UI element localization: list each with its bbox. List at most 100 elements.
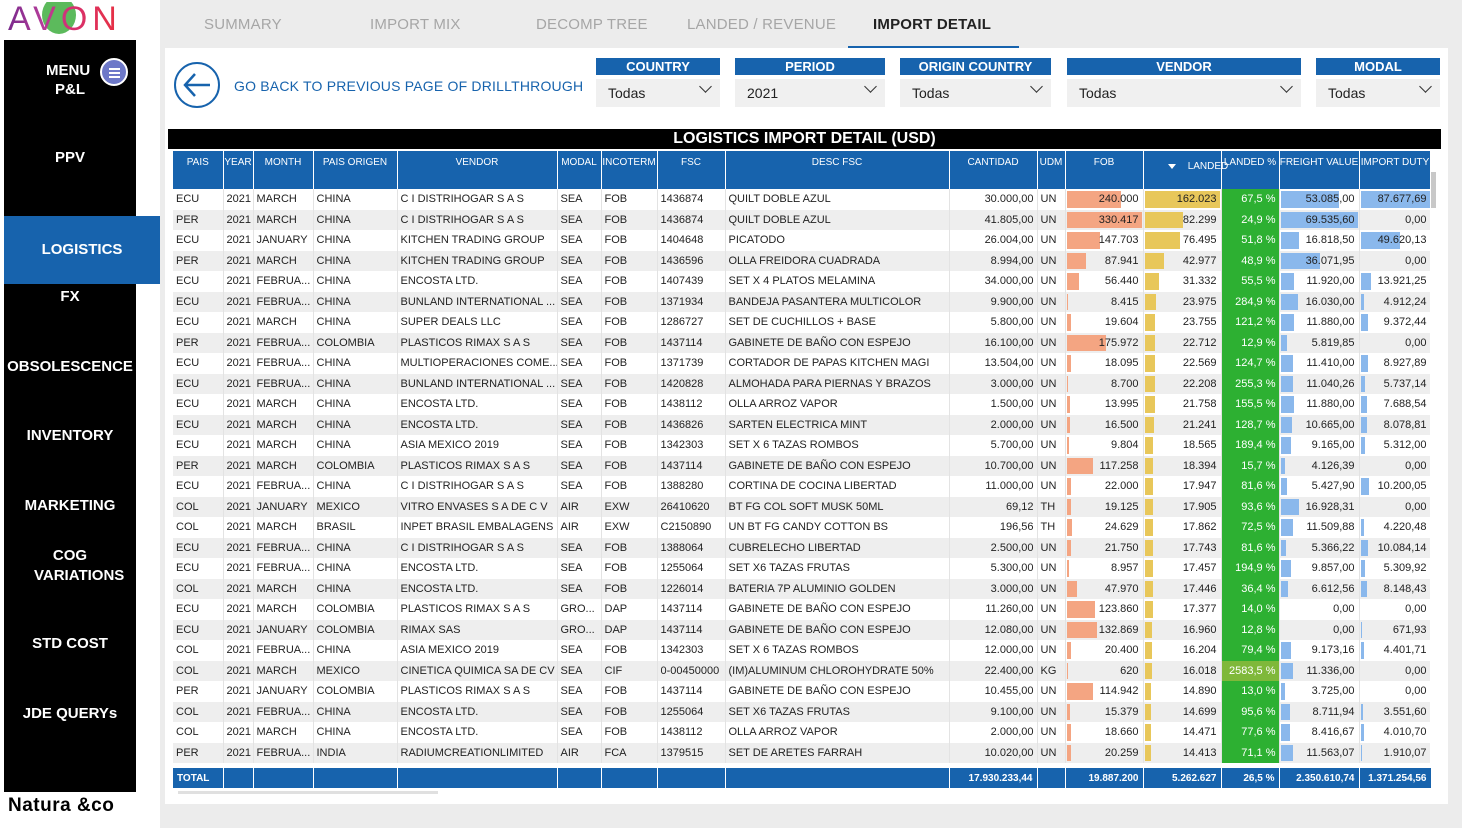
nav-item-jde-querys[interactable]: JDE QUERYs — [4, 704, 136, 724]
cell-udm: UN — [1037, 271, 1066, 292]
table-row[interactable]: ECU 2021 JANUARY COLOMBIA RIMAX SAS GRO... DAP… — [173, 619, 1430, 640]
col-header-landed[interactable]: LANDED — [1143, 151, 1228, 189]
col-header-fob[interactable]: FOB — [1065, 151, 1144, 189]
chevron-down-icon[interactable] — [1280, 80, 1293, 93]
table-row[interactable]: ECU 2021 MARCH COLOMBIA PLASTICOS RIMAX S A … — [173, 599, 1430, 620]
chevron-down-icon[interactable] — [699, 80, 712, 93]
table-row[interactable]: ECU 2021 MARCH CHINA ENCOSTA LTD. SEA FOB 14368… — [173, 414, 1430, 435]
cell-landed: 31.332 — [1143, 271, 1222, 292]
table-row[interactable]: PER 2021 FEBRUA... COLOMBIA PLASTICOS RIMAX … — [173, 332, 1430, 353]
col-header-import-duty[interactable]: IMPORT DUTY — [1359, 151, 1430, 189]
nav-item-cog-variations[interactable]: COG VARIATIONS — [4, 546, 136, 586]
cell-desc-fsc: GABINETE DE BAÑO CON ESPEJO — [725, 455, 950, 476]
nav-item-fx[interactable]: FX — [4, 287, 136, 307]
cell-fsc: 1371739 — [657, 353, 726, 374]
nav-item-logistics[interactable]: LOGISTICS — [4, 216, 160, 284]
table-row[interactable]: COL 2021 JANUARY MEXICO VITRO ENVASES S A DE… — [173, 496, 1430, 517]
sort-desc-icon[interactable] — [1168, 164, 1177, 169]
back-button[interactable] — [174, 62, 220, 108]
nav-item-obsolescence[interactable]: OBSOLESCENCE — [4, 357, 136, 377]
col-header-cantidad[interactable]: CANTIDAD — [949, 151, 1038, 189]
col-header-modal[interactable]: MODAL — [557, 151, 602, 189]
horizontal-scrollbar[interactable] — [178, 789, 1428, 795]
table-row[interactable]: ECU 2021 MARCH CHINA ASIA MEXICO 2019 SEA FOB 1… — [173, 435, 1430, 456]
table-row[interactable]: ECU 2021 FEBRUA... CHINA BUNLAND INTERNATION… — [173, 291, 1430, 312]
cell-pais-origen: CHINA — [313, 209, 398, 230]
cell-value: 10.084,14 — [1377, 541, 1427, 554]
table-row[interactable]: PER 2021 MARCH COLOMBIA PLASTICOS RIMAX S A … — [173, 455, 1430, 476]
col-header-landed[interactable]: LANDED % — [1221, 151, 1280, 189]
chevron-down-icon[interactable] — [1030, 80, 1043, 93]
vertical-scrollbar[interactable] — [1430, 154, 1438, 786]
nav-item-inventory[interactable]: INVENTORY — [4, 426, 136, 446]
table-row[interactable]: ECU 2021 MARCH CHINA ENCOSTA LTD. SEA FOB 14381… — [173, 394, 1430, 415]
country-dropdown[interactable]: Todas — [596, 79, 720, 107]
table-row[interactable]: ECU 2021 FEBRUA... CHINA C I DISTRIHOGAR S A… — [173, 537, 1430, 558]
modal-dropdown[interactable]: Todas — [1316, 79, 1440, 107]
table-row[interactable]: COL 2021 MARCH BRASIL INPET BRASIL EMBALAGEN… — [173, 517, 1430, 538]
table-row[interactable]: COL 2021 FEBRUA... CHINA ENCOSTA LTD. SEA FOB 1… — [173, 701, 1430, 722]
table-row[interactable]: ECU 2021 MARCH CHINA SUPER DEALS LLC SEA FOB 12… — [173, 312, 1430, 333]
tab-summary[interactable]: SUMMARY — [204, 16, 282, 33]
scrollbar-thumb[interactable] — [178, 791, 438, 794]
tab-import-detail[interactable]: IMPORT DETAIL — [873, 16, 991, 33]
tab-import-mix[interactable]: IMPORT MIX — [370, 16, 461, 33]
col-header-pais[interactable]: PAIS — [173, 151, 224, 189]
back-link[interactable]: GO BACK TO PREVIOUS PAGE OF DRILLTHROUGH — [234, 78, 583, 94]
col-header-year[interactable]: YEAR — [223, 151, 254, 189]
cell-value: 16.818,50 — [1305, 234, 1355, 247]
cell-value: 330.417 — [1098, 213, 1139, 226]
period-dropdown[interactable]: 2021 — [735, 79, 885, 107]
cell-month: MARCH — [253, 250, 314, 271]
cell-fsc: 26410620 — [657, 496, 726, 517]
table-row[interactable]: ECU 2021 JANUARY CHINA KITCHEN TRADING GROUP… — [173, 230, 1430, 251]
table-row[interactable]: ECU 2021 FEBRUA... CHINA MULTIOPERACIONES CO… — [173, 353, 1430, 374]
table-row[interactable]: PER 2021 MARCH CHINA C I DISTRIHOGAR S A S SE… — [173, 209, 1430, 230]
scrollbar-thumb[interactable] — [1431, 172, 1436, 208]
origin-country-dropdown[interactable]: Todas — [900, 79, 1051, 107]
table-row[interactable]: COL 2021 MARCH CHINA ENCOSTA LTD. SEA FOB 12260… — [173, 578, 1430, 599]
table-row[interactable]: PER 2021 FEBRUA... INDIA RADIUMCREATIONLIMIT… — [173, 742, 1430, 763]
tab-decomp-tree[interactable]: DECOMP TREE — [536, 16, 648, 33]
table-row[interactable]: PER 2021 JANUARY COLOMBIA PLASTICOS RIMAX S … — [173, 681, 1430, 702]
table-row[interactable]: COL 2021 MARCH CHINA ENCOSTA LTD. SEA FOB 14381… — [173, 722, 1430, 743]
nav-item-ppv[interactable]: PPV — [4, 148, 136, 168]
chevron-down-icon[interactable] — [1419, 80, 1432, 93]
table-row[interactable]: ECU 2021 FEBRUA... CHINA C I DISTRIHOGAR S A… — [173, 476, 1430, 497]
tab-landed-revenue[interactable]: LANDED / REVENUE — [687, 16, 836, 33]
table-row[interactable]: COL 2021 FEBRUA... CHINA ASIA MEXICO 2019 SEA… — [173, 640, 1430, 661]
cell-value: 13.995 — [1104, 398, 1139, 411]
cell-fob: 114.942 — [1065, 681, 1144, 702]
table-row[interactable]: ECU 2021 FEBRUA... CHINA ENCOSTA LTD. SEA FOB 1… — [173, 558, 1430, 579]
cell-year: 2021 — [223, 619, 254, 640]
cell-fsc: 1371934 — [657, 291, 726, 312]
table-row[interactable]: ECU 2021 FEBRUA... CHINA ENCOSTA LTD. SEA FOB 1… — [173, 271, 1430, 292]
table-row[interactable]: ECU 2021 FEBRUA... CHINA BUNLAND INTERNATION… — [173, 373, 1430, 394]
cell-pais-origen: CHINA — [313, 230, 398, 251]
col-header-udm[interactable]: UDM — [1037, 151, 1066, 189]
cell-landed-pct: 128,7 % — [1221, 414, 1280, 435]
nav-item-std-cost[interactable]: STD COST — [4, 634, 136, 654]
cell-fob: 13.995 — [1065, 394, 1144, 415]
cell-month: JANUARY — [253, 681, 314, 702]
chevron-down-icon[interactable] — [864, 80, 877, 93]
col-header-month[interactable]: MONTH — [253, 151, 314, 189]
table-row[interactable]: PER 2021 MARCH CHINA KITCHEN TRADING GROUP SE… — [173, 250, 1430, 271]
col-header-fsc[interactable]: FSC — [657, 151, 726, 189]
cell-incoterm: FOB — [601, 537, 658, 558]
table-row[interactable]: COL 2021 MARCH MEXICO CINETICA QUIMICA SA DE… — [173, 660, 1430, 681]
cell-fsc: 1420828 — [657, 373, 726, 394]
col-header-pais-origen[interactable]: PAIS ORIGEN — [313, 151, 398, 189]
col-header-freight-value[interactable]: FREIGHT VALUE — [1279, 151, 1360, 189]
cell-pais: PER — [173, 250, 224, 271]
col-header-vendor[interactable]: VENDOR — [397, 151, 558, 189]
table-row[interactable]: ECU 2021 MARCH CHINA C I DISTRIHOGAR S A S SE… — [173, 189, 1430, 210]
cell-pais-origen: CHINA — [313, 640, 398, 661]
nav-item-p-l[interactable]: P&L — [4, 80, 136, 100]
cell-value: 4.401,71 — [1383, 644, 1427, 657]
nav-item-marketing[interactable]: MARKETING — [4, 496, 136, 516]
col-header-incoterm[interactable]: INCOTERM — [601, 151, 658, 189]
col-header-desc-fsc[interactable]: DESC FSC — [725, 151, 950, 189]
cell-udm: UN — [1037, 312, 1066, 333]
vendor-dropdown[interactable]: Todas — [1067, 79, 1301, 107]
